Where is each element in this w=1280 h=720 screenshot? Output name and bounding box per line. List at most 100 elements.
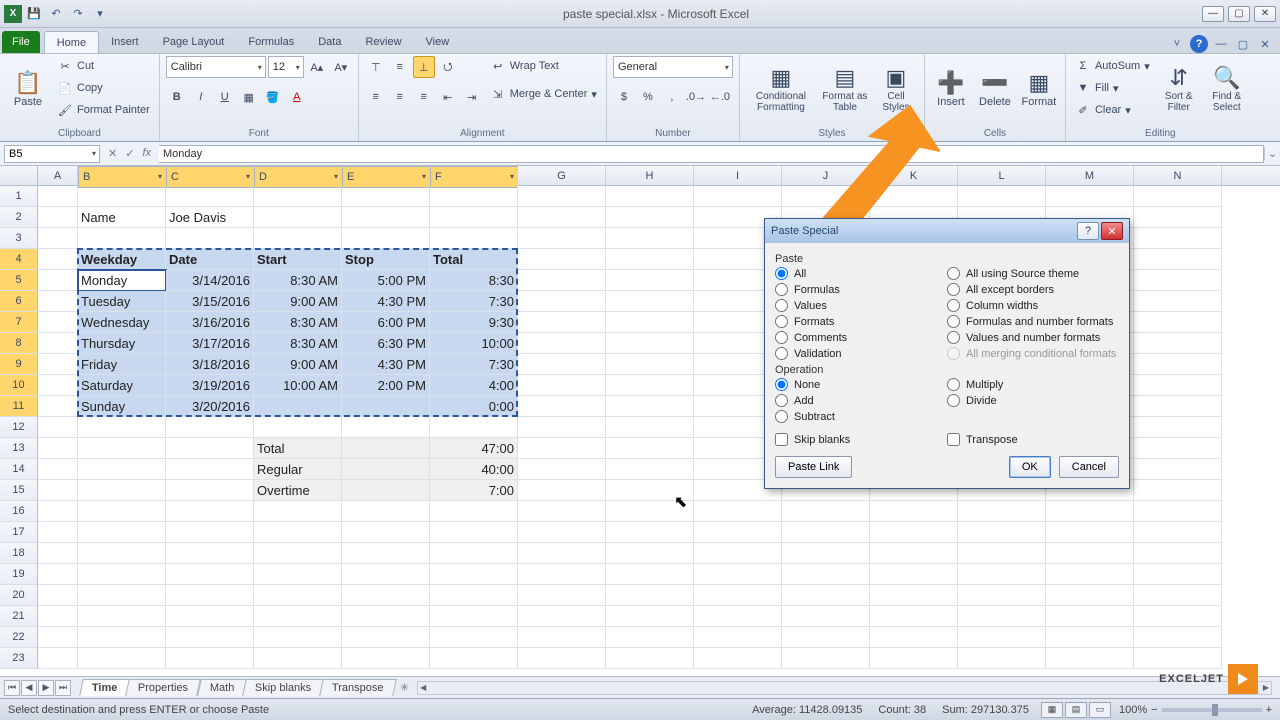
cell-E14[interactable] — [342, 459, 430, 480]
cell-H9[interactable] — [606, 354, 694, 375]
cell-C7[interactable]: 3/16/2016 — [166, 312, 254, 333]
col-header-F[interactable]: F — [430, 166, 518, 188]
cell-B7[interactable]: Wednesday — [78, 312, 166, 333]
cell-B18[interactable] — [78, 543, 166, 564]
cell-F2[interactable] — [430, 207, 518, 228]
cell-A5[interactable] — [38, 270, 78, 291]
cell-G13[interactable] — [518, 438, 606, 459]
wrap-text-button[interactable]: ↩Wrap Text — [487, 56, 600, 76]
cell-H16[interactable] — [606, 501, 694, 522]
cell-G15[interactable] — [518, 480, 606, 501]
cell-C12[interactable] — [166, 417, 254, 438]
ribbon-minimize-icon[interactable]: ˅ — [1168, 35, 1186, 53]
cell-J16[interactable] — [782, 501, 870, 522]
dialog-help-button[interactable]: ? — [1077, 222, 1099, 240]
cell-N4[interactable] — [1134, 249, 1222, 270]
cell-G9[interactable] — [518, 354, 606, 375]
cell-C6[interactable]: 3/15/2016 — [166, 291, 254, 312]
sheet-tab-transpose[interactable]: Transpose — [320, 679, 397, 696]
cell-A7[interactable] — [38, 312, 78, 333]
cell-D13[interactable]: Total — [254, 438, 342, 459]
cell-H21[interactable] — [606, 606, 694, 627]
view-normal-icon[interactable]: ▦ — [1041, 702, 1063, 718]
row-header-14[interactable]: 14 — [0, 459, 38, 480]
cell-I21[interactable] — [694, 606, 782, 627]
italic-icon[interactable]: I — [190, 86, 212, 108]
cell-A15[interactable] — [38, 480, 78, 501]
cell-D9[interactable]: 9:00 AM — [254, 354, 342, 375]
cell-L22[interactable] — [958, 627, 1046, 648]
col-header-D[interactable]: D — [254, 166, 342, 188]
cell-H18[interactable] — [606, 543, 694, 564]
cell-A2[interactable] — [38, 207, 78, 228]
cell-B3[interactable] — [78, 228, 166, 249]
merge-center-button[interactable]: ⇲Merge & Center ▾ — [487, 84, 600, 104]
cell-K1[interactable] — [870, 186, 958, 207]
cell-H17[interactable] — [606, 522, 694, 543]
cell-C19[interactable] — [166, 564, 254, 585]
cell-D1[interactable] — [254, 186, 342, 207]
name-box[interactable]: B5 — [4, 145, 100, 163]
cell-N3[interactable] — [1134, 228, 1222, 249]
cell-B12[interactable] — [78, 417, 166, 438]
cell-H3[interactable] — [606, 228, 694, 249]
cell-L19[interactable] — [958, 564, 1046, 585]
align-middle-icon[interactable]: ≡ — [389, 56, 411, 78]
sheet-nav-last[interactable]: ⏭ — [55, 680, 71, 696]
cell-A21[interactable] — [38, 606, 78, 627]
cell-K23[interactable] — [870, 648, 958, 669]
row-header-20[interactable]: 20 — [0, 585, 38, 606]
cell-E2[interactable] — [342, 207, 430, 228]
cell-D16[interactable] — [254, 501, 342, 522]
cell-K16[interactable] — [870, 501, 958, 522]
cell-F10[interactable]: 4:00 — [430, 375, 518, 396]
cell-M1[interactable] — [1046, 186, 1134, 207]
cell-F17[interactable] — [430, 522, 518, 543]
radio-all-using-source-theme[interactable]: All using Source theme — [947, 267, 1119, 280]
row-header-21[interactable]: 21 — [0, 606, 38, 627]
col-header-C[interactable]: C — [166, 166, 254, 188]
cell-D22[interactable] — [254, 627, 342, 648]
cell-G4[interactable] — [518, 249, 606, 270]
cell-G12[interactable] — [518, 417, 606, 438]
cell-I22[interactable] — [694, 627, 782, 648]
cell-M21[interactable] — [1046, 606, 1134, 627]
cell-M18[interactable] — [1046, 543, 1134, 564]
col-header-E[interactable]: E — [342, 166, 430, 188]
shrink-font-icon[interactable]: A▾ — [330, 56, 352, 78]
cell-H22[interactable] — [606, 627, 694, 648]
row-header-7[interactable]: 7 — [0, 312, 38, 333]
row-header-13[interactable]: 13 — [0, 438, 38, 459]
row-header-8[interactable]: 8 — [0, 333, 38, 354]
cell-N11[interactable] — [1134, 396, 1222, 417]
format-cells-button[interactable]: ▦Format — [1019, 56, 1059, 122]
cell-A19[interactable] — [38, 564, 78, 585]
currency-icon[interactable]: $ — [613, 86, 635, 108]
cell-N14[interactable] — [1134, 459, 1222, 480]
cell-G23[interactable] — [518, 648, 606, 669]
cell-C18[interactable] — [166, 543, 254, 564]
cell-I17[interactable] — [694, 522, 782, 543]
cell-K21[interactable] — [870, 606, 958, 627]
cell-L20[interactable] — [958, 585, 1046, 606]
cell-A1[interactable] — [38, 186, 78, 207]
qat-customize-icon[interactable]: ▾ — [90, 4, 110, 24]
paste-button[interactable]: 📋Paste — [6, 56, 50, 122]
undo-icon[interactable]: ↶ — [46, 4, 66, 24]
cell-K20[interactable] — [870, 585, 958, 606]
sheet-tab-properties[interactable]: Properties — [126, 679, 202, 696]
cell-A10[interactable] — [38, 375, 78, 396]
cell-N2[interactable] — [1134, 207, 1222, 228]
cell-F19[interactable] — [430, 564, 518, 585]
cancel-button[interactable]: Cancel — [1059, 456, 1119, 478]
column-headers[interactable]: ABCDEFGHIJKLMN — [0, 166, 1280, 186]
align-right-icon[interactable]: ≡ — [413, 86, 435, 108]
cell-A6[interactable] — [38, 291, 78, 312]
cell-L1[interactable] — [958, 186, 1046, 207]
cell-A16[interactable] — [38, 501, 78, 522]
radio-comments[interactable]: Comments — [775, 331, 947, 344]
row-header-23[interactable]: 23 — [0, 648, 38, 669]
font-size-select[interactable]: 12 — [268, 56, 304, 78]
cell-A9[interactable] — [38, 354, 78, 375]
sort-filter-button[interactable]: ⇵Sort & Filter — [1157, 56, 1201, 122]
